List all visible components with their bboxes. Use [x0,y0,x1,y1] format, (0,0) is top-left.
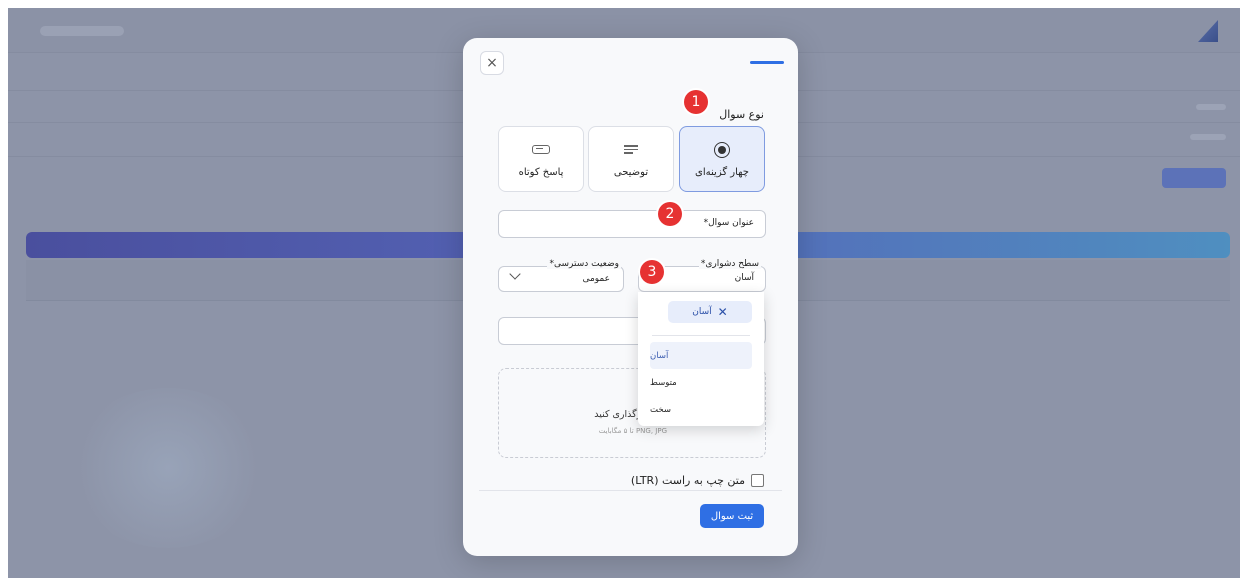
difficulty-option-medium[interactable]: متوسط [650,369,752,396]
ltr-toggle-row[interactable]: متن چپ به راست (LTR) [631,474,764,487]
background-text [1196,104,1226,110]
ltr-label: متن چپ به راست (LTR) [630,474,745,487]
add-question-modal: × نوع سوال 1 چهار گزینه‌ای توضیحی پاسخ ک… [463,38,798,556]
background-button [1162,168,1226,188]
question-type-descriptive[interactable]: توضیحی [588,126,674,192]
access-status-value: عمومی [582,274,610,284]
background-search [40,26,124,36]
close-icon: × [486,55,498,71]
difficulty-dropdown-menu: ✕ آسان آسان متوسط سخت [638,292,764,426]
footer-divider [479,490,782,491]
question-type-label-multiple-choice: چهار گزینه‌ای [695,166,749,178]
dropdown-divider [652,335,750,336]
modal-accent-line [750,61,784,64]
background-text [1190,134,1226,140]
input-field-icon [532,145,550,154]
submit-question-button[interactable]: ثبت سوال [700,504,764,528]
background-logo [1198,20,1218,42]
text-lines-icon [624,143,638,156]
close-button[interactable]: × [480,51,504,75]
question-type-multiple-choice[interactable]: چهار گزینه‌ای [679,126,765,192]
difficulty-option-hard[interactable]: سخت [650,396,752,423]
access-status-legend: وضعیت دسترسی* [547,259,621,269]
close-icon[interactable]: ✕ [718,305,728,319]
radio-icon [714,141,730,158]
background-decoration [68,388,268,548]
selected-chip-label: آسان [692,307,712,317]
question-type-label-descriptive: توضیحی [613,166,649,178]
step-marker-3: 3 [640,260,664,284]
selected-chip[interactable]: ✕ آسان [668,301,752,323]
question-type-short-answer[interactable]: پاسخ کوتاه [498,126,584,192]
question-title-label: عنوان سوال* [703,218,754,228]
question-type-label-short-answer: پاسخ کوتاه [518,166,564,178]
ltr-checkbox[interactable] [751,474,764,487]
difficulty-legend: سطح دشواری* [698,259,761,269]
difficulty-value: آسان [734,273,754,283]
question-type-label: نوع سوال [719,108,764,121]
upload-hint: PNG, JPG تا ۵ مگابایت [598,427,667,435]
step-marker-2: 2 [658,202,682,226]
step-marker-1: 1 [684,90,708,114]
difficulty-option-easy[interactable]: آسان [650,342,752,369]
